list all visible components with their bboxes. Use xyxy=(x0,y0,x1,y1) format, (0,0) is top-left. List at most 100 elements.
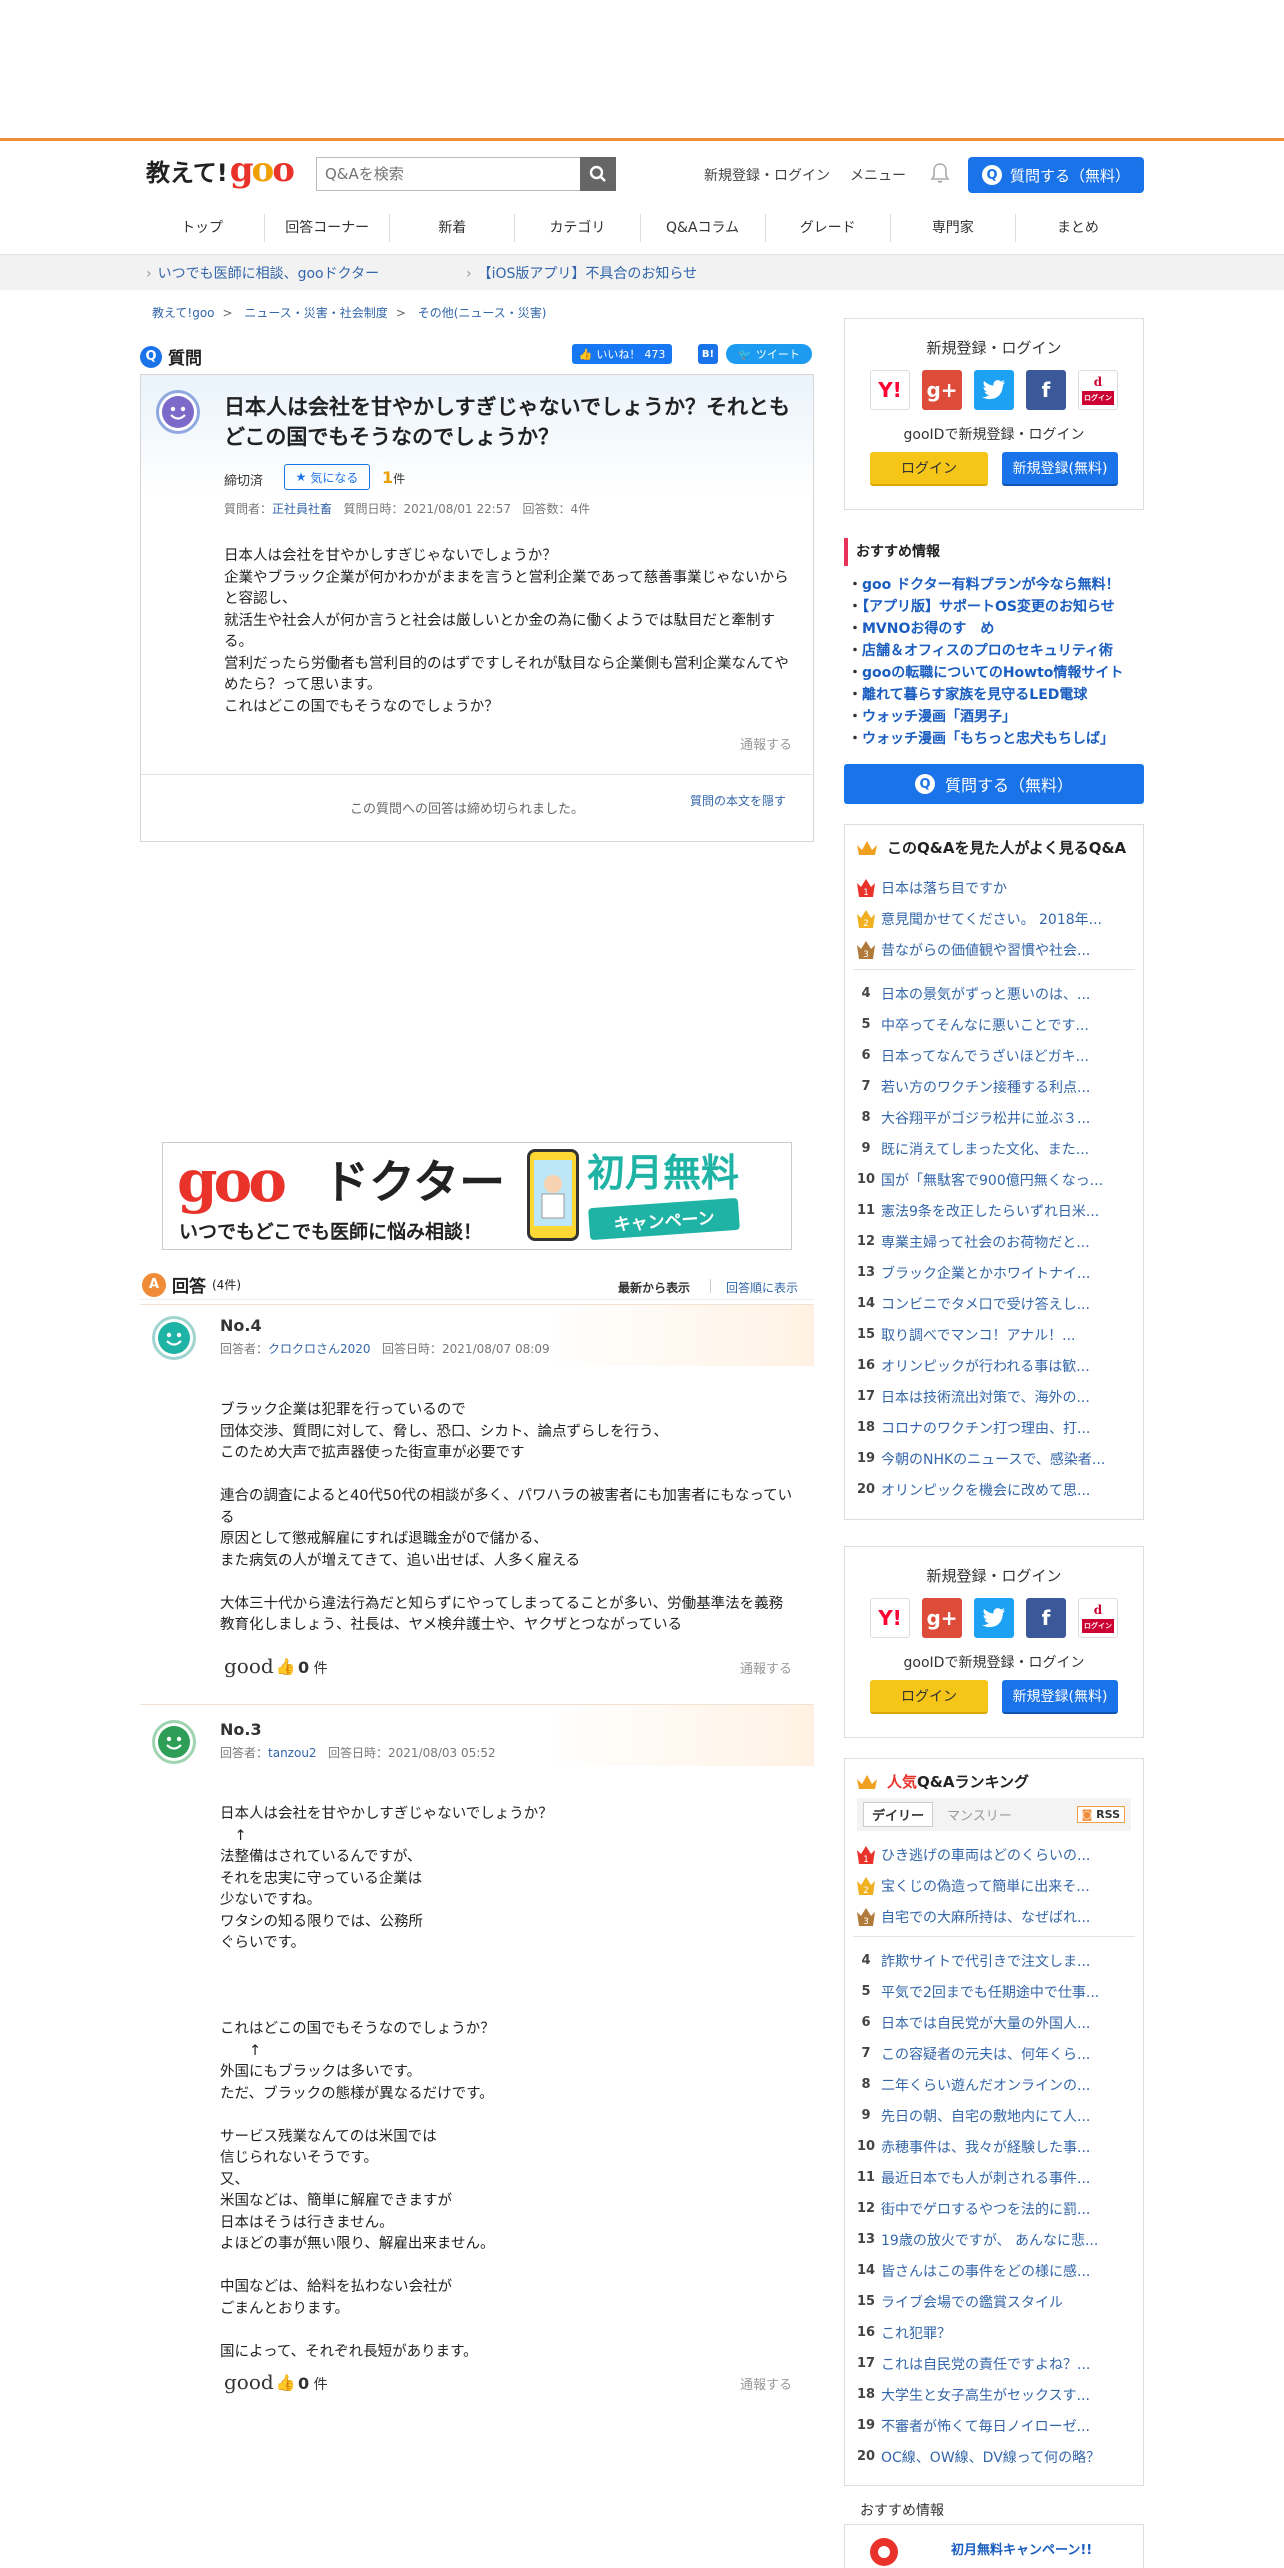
rank-row[interactable]: 11 最近日本でも人が刺される事件... xyxy=(845,2162,1143,2193)
answer-report-link[interactable]: 通報する xyxy=(740,2374,792,2393)
sort-newest-link[interactable]: 最新から表示 xyxy=(618,1279,690,1296)
breadcrumb-home[interactable]: 教えて!goo xyxy=(152,306,215,320)
rank-row[interactable]: 5 中卒ってそんなに悪いことです... xyxy=(845,1009,1143,1040)
rank-row[interactable]: 7 この容疑者の元夫は、何年くら... xyxy=(845,2038,1143,2069)
rank-row[interactable]: 18 コロナのワクチン打つ理由、打... xyxy=(845,1412,1143,1443)
rank-link[interactable]: 平気で2回までも任期途中で仕事... xyxy=(881,1982,1121,2002)
nav-new[interactable]: 新着 xyxy=(390,214,516,242)
rank-row[interactable]: 18 大学生と女子高生がセックスす... xyxy=(845,2379,1143,2410)
rank-row[interactable]: 16 これ犯罪？ xyxy=(845,2317,1143,2348)
rank-link[interactable]: ひき逃げの車両はどのくらいの... xyxy=(881,1845,1121,1865)
hide-question-body-link[interactable]: 質問の本文を隠す xyxy=(690,792,786,809)
bell-icon[interactable] xyxy=(930,162,950,188)
rank-link[interactable]: オリンピックを機会に改めて思... xyxy=(881,1480,1121,1500)
rank-row[interactable]: 16 オリンピックが行われる事は歓... xyxy=(845,1350,1143,1381)
rank-link[interactable]: ライブ会場での鑑賞スタイル xyxy=(881,2292,1121,2312)
hatena-bookmark-button[interactable]: B! xyxy=(698,344,718,364)
rank-link[interactable]: 日本の景気がずっと悪いのは、... xyxy=(881,984,1121,1004)
tweet-button[interactable]: 🐦 ツイート xyxy=(726,344,812,364)
rank-link[interactable]: 自宅での大麻所持は、なぜばれ... xyxy=(881,1907,1121,1927)
answer-report-link[interactable]: 通報する xyxy=(740,1658,792,1677)
login-button[interactable]: ログイン xyxy=(870,1680,988,1714)
sort-oldest-link[interactable]: 回答順に表示 xyxy=(726,1279,798,1296)
answerer-name-link[interactable]: クロクロさん2020 xyxy=(268,1342,371,1356)
menu-link[interactable]: メニュー xyxy=(850,165,906,185)
signup-login-link[interactable]: 新規登録・ログイン xyxy=(704,165,830,185)
rank-row[interactable]: 4 詐欺サイトで代引きで注文しま... xyxy=(845,1945,1143,1976)
rank-link[interactable]: ブラック企業とかホワイトナイ... xyxy=(881,1263,1121,1283)
rank-row[interactable]: 1 ひき逃げの車両はどのくらいの... xyxy=(845,1839,1143,1870)
rank-row[interactable]: 3 自宅での大麻所持は、なぜばれ... xyxy=(845,1901,1143,1932)
nav-category[interactable]: カテゴリ xyxy=(515,214,641,242)
rank-row[interactable]: 12 街中でゲロするやつを法的に罰... xyxy=(845,2193,1143,2224)
rank-link[interactable]: 大谷翔平がゴジラ松井に並ぶ３... xyxy=(881,1108,1121,1128)
rank-row[interactable]: 14 コンビニでタメ口で受け答えし... xyxy=(845,1288,1143,1319)
nav-matome[interactable]: まとめ xyxy=(1016,214,1140,242)
rank-row[interactable]: 15 取り調べでマンコ！アナル！... xyxy=(845,1319,1143,1350)
yahoo-login-icon[interactable]: Y! xyxy=(870,1598,910,1638)
rank-row[interactable]: 19 今朝のNHKのニュースで、感染者... xyxy=(845,1443,1143,1474)
rank-row[interactable]: 4 日本の景気がずっと悪いのは、... xyxy=(845,978,1143,1009)
rank-row[interactable]: 11 憲法9条を改正したらいずれ日米... xyxy=(845,1195,1143,1226)
rank-row[interactable]: 6 日本では自民党が大量の外国人... xyxy=(845,2007,1143,2038)
rank-link[interactable]: 先日の朝、自宅の敷地内にて人... xyxy=(881,2106,1121,2126)
nav-experts[interactable]: 専門家 xyxy=(891,214,1016,242)
nav-qa-column[interactable]: Q&Aコラム xyxy=(641,214,766,242)
facebook-like-button[interactable]: 👍 いいね！ 473 xyxy=(572,344,672,364)
rank-link[interactable]: コロナのワクチン打つ理由、打... xyxy=(881,1418,1121,1438)
rank-row[interactable]: 12 専業主婦って社会のお荷物だと... xyxy=(845,1226,1143,1257)
notice-ios-app[interactable]: 【iOS版アプリ】不具合のお知らせ xyxy=(466,263,698,283)
tab-monthly[interactable]: マンスリー xyxy=(939,1803,1020,1826)
question-report-link[interactable]: 通報する xyxy=(740,734,792,753)
notice-goo-doctor[interactable]: いつでも医師に相談、gooドクター xyxy=(146,263,379,283)
rank-link[interactable]: 取り調べでマンコ！アナル！... xyxy=(881,1325,1121,1345)
rank-row[interactable]: 7 若い方のワクチン接種する利点... xyxy=(845,1071,1143,1102)
kininaru-button[interactable]: ★ 気になる xyxy=(284,464,370,490)
rank-row[interactable]: 5 平気で2回までも任期途中で仕事... xyxy=(845,1976,1143,2007)
rank-link[interactable]: 不審者が怖くて毎日ノイローゼ... xyxy=(881,2416,1121,2436)
recommend-item[interactable]: ウォッチ漫画「酒男子」 xyxy=(848,706,1148,728)
tab-daily[interactable]: デイリー xyxy=(863,1802,934,1827)
rank-link[interactable]: OC線、OW線、DV線って何の略？ xyxy=(881,2447,1121,2467)
rank-link[interactable]: コンビニでタメ口で受け答えし... xyxy=(881,1294,1121,1314)
rank-link[interactable]: 今朝のNHKのニュースで、感染者... xyxy=(881,1449,1121,1469)
rank-row[interactable]: 20 オリンピックを機会に改めて思... xyxy=(845,1474,1143,1505)
rank-row[interactable]: 3 昔ながらの価値観や習慣や社会... xyxy=(845,934,1143,965)
facebook-login-icon[interactable]: f xyxy=(1026,1598,1066,1638)
recommend-item[interactable]: MVNOお得のす め xyxy=(848,618,1148,640)
rank-link[interactable]: 街中でゲロするやつを法的に罰... xyxy=(881,2199,1121,2219)
rank-row[interactable]: 17 日本は技術流出対策で、海外の... xyxy=(845,1381,1143,1412)
rank-link[interactable]: 宝くじの偽造って簡単に出来そ... xyxy=(881,1876,1121,1896)
answerer-name-link[interactable]: tanzou2 xyxy=(268,1746,317,1760)
rank-link[interactable]: 皆さんはこの事件をどの様に感... xyxy=(881,2261,1121,2281)
google-login-icon[interactable]: g+ xyxy=(922,370,962,410)
rank-row[interactable]: 19 不審者が怖くて毎日ノイローゼ... xyxy=(845,2410,1143,2441)
rank-link[interactable]: 既に消えてしまった文化、また... xyxy=(881,1139,1121,1159)
rank-link[interactable]: 19歳の放火ですが、 あんなに悲... xyxy=(881,2230,1121,2250)
recommend-item[interactable]: 店舗＆オフィスのプロのセキュリティ術 xyxy=(848,640,1148,662)
recommend-item[interactable]: 離れて暮らす家族を見守るLED電球 xyxy=(848,684,1148,706)
twitter-login-icon[interactable] xyxy=(974,370,1014,410)
nav-answer-corner[interactable]: 回答コーナー xyxy=(265,214,391,242)
rank-row[interactable]: 10 赤穂事件は、我々が経験した事... xyxy=(845,2131,1143,2162)
rank-row[interactable]: 1 日本は落ち目ですか xyxy=(845,872,1143,903)
rank-row[interactable]: 6 日本ってなんでうざいほどガキ... xyxy=(845,1040,1143,1071)
rank-link[interactable]: これは自民党の責任ですよね？... xyxy=(881,2354,1121,2374)
rank-link[interactable]: これ犯罪？ xyxy=(881,2323,1121,2343)
rank-link[interactable]: 赤穂事件は、我々が経験した事... xyxy=(881,2137,1121,2157)
rank-link[interactable]: 日本では自民党が大量の外国人... xyxy=(881,2013,1121,2033)
rank-row[interactable]: 15 ライブ会場での鑑賞スタイル xyxy=(845,2286,1143,2317)
rank-link[interactable]: 最近日本でも人が刺される事件... xyxy=(881,2168,1121,2188)
breadcrumb-other[interactable]: その他(ニュース・災害) xyxy=(418,306,547,320)
rank-link[interactable]: 専業主婦って社会のお荷物だと... xyxy=(881,1232,1121,1252)
rank-row[interactable]: 8 大谷翔平がゴジラ松井に並ぶ３... xyxy=(845,1102,1143,1133)
rank-row[interactable]: 14 皆さんはこの事件をどの様に感... xyxy=(845,2255,1143,2286)
recommend-item[interactable]: 【アプリ版】サポートOS変更のお知らせ xyxy=(848,596,1148,618)
rank-row[interactable]: 2 宝くじの偽造って簡単に出来そ... xyxy=(845,1870,1143,1901)
register-button[interactable]: 新規登録(無料) xyxy=(1002,452,1118,486)
search-input[interactable] xyxy=(316,157,580,191)
yahoo-login-icon[interactable]: Y! xyxy=(870,370,910,410)
sidebar-ask-button[interactable]: Q 質問する（無料） xyxy=(844,764,1144,804)
rank-link[interactable]: 日本ってなんでうざいほどガキ... xyxy=(881,1046,1121,1066)
ask-question-button[interactable]: Q 質問する（無料） xyxy=(968,157,1144,193)
